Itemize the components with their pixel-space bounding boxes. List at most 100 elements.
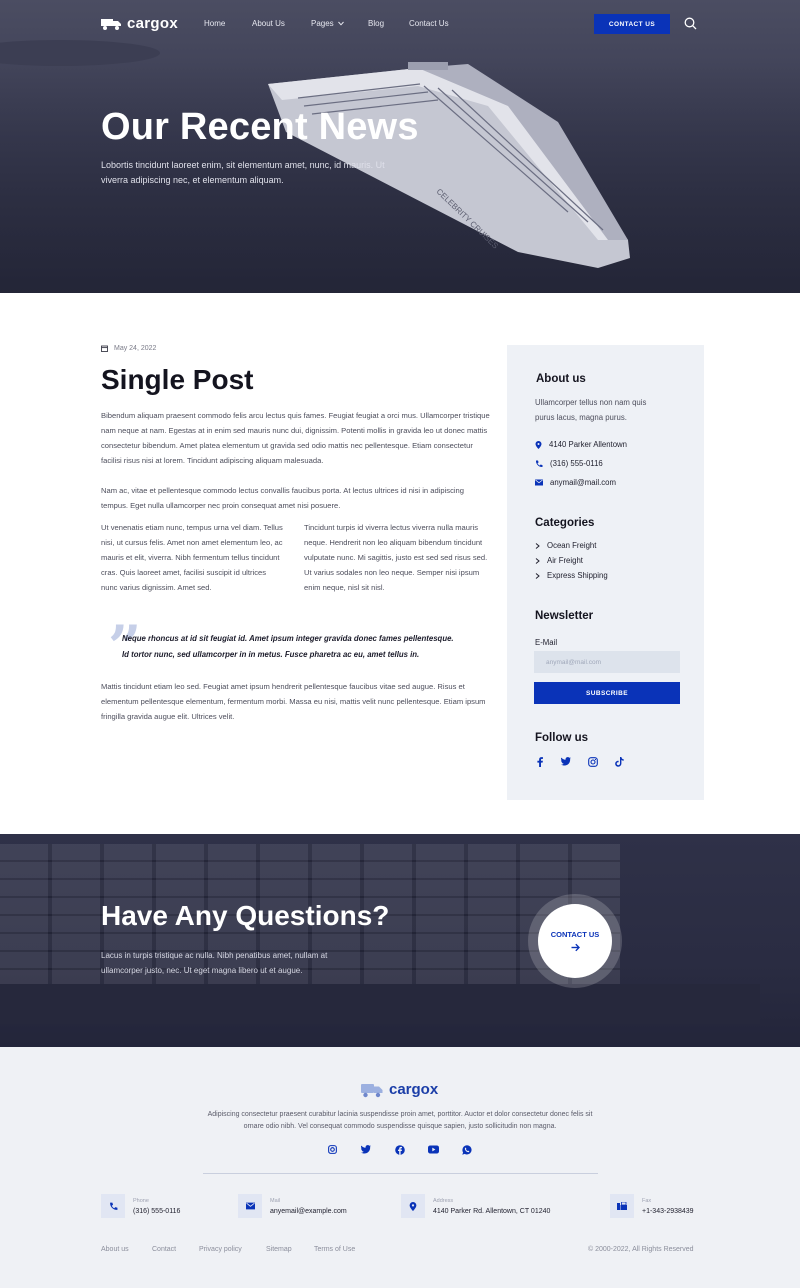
location-pin-icon	[409, 1201, 417, 1211]
footer-link-contact[interactable]: Contact	[152, 1246, 176, 1253]
instagram-icon[interactable]	[588, 757, 598, 767]
brand-logo[interactable]: cargox	[101, 15, 178, 32]
post-date-text: May 24, 2022	[114, 345, 157, 352]
footer-contact-value[interactable]: anyemail@example.com	[270, 1208, 347, 1215]
site-footer: cargox Adipiscing consectetur praesent c…	[0, 1047, 800, 1288]
post-paragraph-1: Bibendum aliquam praesent commodo felis …	[101, 411, 490, 465]
nav-blog[interactable]: Blog	[368, 19, 384, 28]
top-navigation: cargox Home About Us Pages Blog Contact …	[0, 0, 800, 48]
about-us-text: Ullamcorper tellus non nam quis purus la…	[535, 398, 647, 422]
email-label: E-Mail	[535, 638, 558, 647]
truck-icon	[361, 1083, 383, 1097]
questions-text: Lacus in turpis tristique ac nulla. Nibh…	[101, 951, 328, 975]
sidebar-address: 4140 Parker Allentown	[535, 440, 627, 449]
category-label: Air Freight	[547, 556, 583, 565]
category-label: Ocean Freight	[547, 541, 597, 550]
category-label: Express Shipping	[547, 571, 608, 580]
search-icon[interactable]	[684, 17, 697, 30]
youtube-icon[interactable]	[428, 1145, 439, 1154]
sidebar-email: anymail@mail.com	[535, 478, 616, 487]
nav-pages-label: Pages	[311, 19, 334, 28]
post-paragraph-3: Mattis tincidunt etiam leo sed. Feugiat …	[101, 682, 486, 721]
post-blockquote: Neque rhoncus at id sit feugiat id. Amet…	[122, 634, 454, 659]
footer-mail-icon-box	[238, 1194, 262, 1218]
contact-us-circle-button[interactable]: CONTACT US	[538, 904, 612, 978]
footer-contact-fax: Fax +1-343-2938439	[610, 1194, 694, 1218]
footer-fax-icon-box	[610, 1194, 634, 1218]
instagram-icon[interactable]	[328, 1145, 337, 1154]
nav-pages[interactable]: Pages	[311, 19, 344, 28]
chevron-down-icon	[338, 21, 344, 26]
sidebar-email-text[interactable]: anymail@mail.com	[550, 478, 616, 487]
category-item-air-freight[interactable]: Air Freight	[535, 556, 583, 565]
nav-home[interactable]: Home	[204, 19, 225, 28]
footer-contact-address: Address 4140 Parker Rd. Allentown, CT 01…	[401, 1194, 550, 1218]
category-item-ocean-freight[interactable]: Ocean Freight	[535, 541, 596, 550]
phone-icon	[535, 460, 543, 467]
twitter-icon[interactable]	[361, 1145, 371, 1154]
footer-contact-phone: Phone (316) 555-0116	[101, 1194, 180, 1218]
hero-subtitle: Lobortis tincidunt laoreet enim, sit ele…	[101, 160, 385, 185]
facebook-icon[interactable]	[395, 1145, 405, 1155]
chevron-right-icon	[535, 557, 540, 564]
chevron-right-icon	[535, 542, 540, 549]
sidebar-phone-text[interactable]: (316) 555-0116	[550, 459, 603, 468]
follow-us-heading: Follow us	[535, 732, 589, 744]
calendar-icon	[101, 345, 108, 352]
questions-banner: Have Any Questions? Lacus in turpis tris…	[0, 834, 800, 1047]
arrow-right-icon	[571, 943, 580, 952]
footer-contact-mail: Mail anyemail@example.com	[238, 1194, 347, 1218]
hero-section: CELEBRITY CRUISES cargox Home About Us P…	[0, 0, 800, 293]
questions-title: Have Any Questions?	[101, 900, 390, 931]
nav-about[interactable]: About Us	[252, 19, 285, 28]
footer-contact-label: Fax	[642, 1197, 652, 1204]
phone-icon	[109, 1202, 117, 1210]
facebook-icon[interactable]	[536, 757, 544, 767]
footer-copyright: © 2000-2022, All Rights Reserved	[588, 1246, 694, 1253]
chevron-right-icon	[535, 572, 540, 579]
sidebar: About us Ullamcorper tellus non nam quis…	[507, 345, 704, 800]
footer-divider	[203, 1173, 598, 1174]
categories-heading: Categories	[535, 517, 595, 529]
subscribe-button[interactable]: SUBSCRIBE	[534, 682, 680, 704]
post-title: Single Post	[101, 364, 254, 395]
footer-link-privacy[interactable]: Privacy policy	[199, 1246, 242, 1253]
footer-description: Adipiscing consectetur praesent curabitu…	[207, 1111, 593, 1130]
post-column-left: Ut venenatis etiam nunc, tempus urna vel…	[101, 523, 283, 592]
sidebar-address-text: 4140 Parker Allentown	[549, 440, 628, 449]
footer-contact-value[interactable]: (316) 555-0116	[133, 1208, 180, 1215]
nav-contact[interactable]: Contact Us	[409, 19, 449, 28]
mail-icon	[535, 479, 543, 486]
brand-name: cargox	[127, 15, 178, 32]
footer-address-icon-box	[401, 1194, 425, 1218]
about-us-heading: About us	[536, 373, 586, 385]
sidebar-phone: (316) 555-0116	[535, 459, 603, 468]
footer-link-about[interactable]: About us	[101, 1246, 129, 1253]
contact-us-button[interactable]: CONTACT US	[594, 14, 670, 34]
footer-contact-label: Address	[433, 1197, 454, 1204]
fax-icon	[617, 1201, 627, 1210]
ship-hull-image	[0, 984, 760, 1024]
hero-title: Our Recent News	[101, 106, 419, 148]
footer-link-terms[interactable]: Terms of Use	[314, 1246, 355, 1253]
category-item-express-shipping[interactable]: Express Shipping	[535, 571, 608, 580]
twitter-icon[interactable]	[561, 757, 571, 766]
footer-contact-value: +1-343-2938439	[642, 1207, 694, 1215]
location-pin-icon	[535, 440, 542, 449]
newsletter-heading: Newsletter	[535, 610, 594, 622]
footer-contact-label: Phone	[133, 1197, 149, 1204]
post-date: May 24, 2022	[101, 345, 156, 352]
post-paragraph-2: Nam ac, vitae et pellentesque commodo le…	[101, 486, 464, 510]
footer-link-sitemap[interactable]: Sitemap	[266, 1246, 292, 1253]
post-column-right: Tincidunt turpis id viverra lectus viver…	[304, 523, 488, 592]
truck-icon	[101, 18, 121, 30]
whatsapp-icon[interactable]	[462, 1145, 472, 1155]
contact-us-circle-label: CONTACT US	[550, 930, 600, 939]
tiktok-icon[interactable]	[615, 757, 624, 767]
footer-contact-value: 4140 Parker Rd. Allentown, CT 01240	[433, 1207, 551, 1215]
footer-phone-icon-box	[101, 1194, 125, 1218]
newsletter-email-input[interactable]	[534, 651, 680, 673]
footer-contact-label: Mail	[270, 1197, 281, 1204]
footer-brand-logo[interactable]: cargox	[361, 1081, 438, 1098]
mail-icon	[245, 1202, 255, 1210]
